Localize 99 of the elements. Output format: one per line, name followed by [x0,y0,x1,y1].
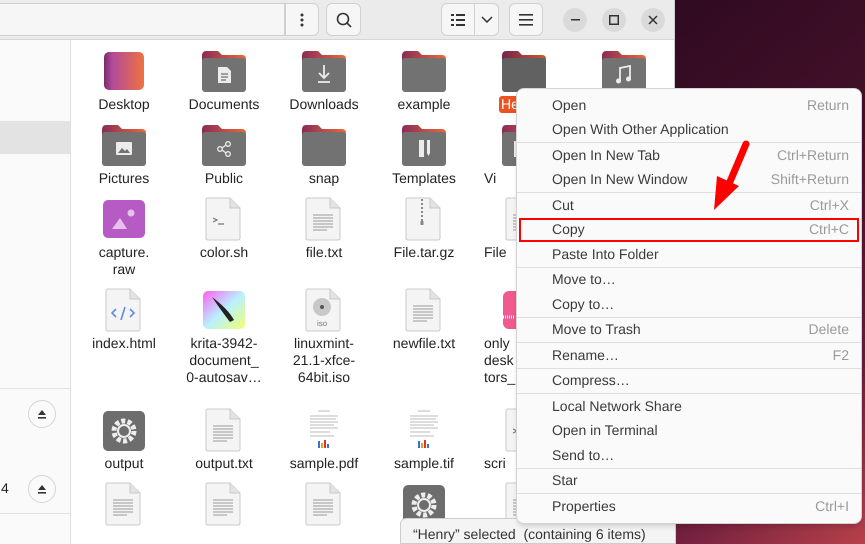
search-icon [336,12,352,28]
file-name: Public [204,170,244,187]
file-item[interactable]: iso linuxmint- 21.1-xfce- 64bit.iso [274,287,374,386]
file-item[interactable]: Desktop [74,48,174,113]
file-name: File [483,244,508,261]
shortcut-label: Delete [808,320,849,340]
file-name: Pictures [98,170,150,187]
search-button[interactable] [326,3,361,36]
file-name: example [396,96,452,113]
menu-item[interactable]: Open In New Tab Ctrl+Return [519,143,859,168]
file-name: Desktop [97,96,151,113]
menu-item[interactable]: Local Network Share [519,394,859,418]
file-name: Documents [188,96,260,113]
file-name: snap [308,170,340,187]
file-name: Templates [391,170,457,187]
file-item[interactable]: Public [174,122,274,187]
picture-folder-icon [100,122,148,168]
file-name: output [104,455,144,472]
menu-button[interactable] [509,3,543,36]
folder-icon [300,122,348,168]
shortcut-label: Ctrl+Return [777,146,849,165]
menu-item[interactable]: Open With Other Application [519,118,859,142]
menu-item[interactable]: Cut Ctrl+X [519,193,859,218]
menu-item[interactable]: Star [519,468,859,493]
share-folder-icon [200,122,248,168]
eject-button[interactable] [28,400,56,428]
file-name: sample.tif [393,455,455,472]
chevron-down-icon [480,16,492,23]
document-folder-icon [200,48,248,94]
file-name: file.txt [304,244,344,261]
file-name: color.sh [198,244,250,261]
list-view-icon [451,14,465,26]
more-button[interactable] [285,3,319,36]
download-folder-icon [300,48,348,94]
shortcut-label: Return [806,96,849,115]
file-item[interactable]: Templates [374,122,474,187]
file-name: Vi [483,170,498,187]
menu-item[interactable]: Open in Terminal [519,418,859,443]
menu-item[interactable]: Open Return [519,93,859,118]
maximize-icon [609,14,619,24]
shortcut-label: F2 [832,346,849,365]
file-name: newfile.txt [392,335,456,352]
menu-item[interactable]: Open In New Window Shift+Return [519,168,859,192]
menu-icon [519,14,533,26]
menu-item[interactable]: Compress… [519,368,859,393]
menu-item[interactable]: Properties Ctrl+I [519,494,859,518]
file-item[interactable]: color.sh [174,196,274,278]
file-item[interactable]: newfile.txt [374,287,474,386]
file-name: scri [483,455,507,472]
close-icon [648,14,658,24]
file-name: capture. raw [98,244,150,278]
shortcut-label: Ctrl+C [808,220,849,240]
menu-item[interactable]: Send to… [519,443,859,468]
file-name: File.tar.gz [392,244,456,261]
eject-icon [37,408,47,418]
file-item[interactable]: file.txt [274,196,374,278]
shortcut-label: Ctrl+I [815,496,849,516]
ruler-folder-icon [400,122,448,168]
file-item[interactable]: sample.pdf [274,407,374,472]
file-item[interactable]: output [74,407,174,472]
minimize-button[interactable] [563,8,587,32]
more-icon [300,12,304,26]
file-item[interactable]: krita-3942- document_ 0-autosav… [174,287,274,386]
folder-icon [500,48,548,94]
view-options-button[interactable] [475,3,499,36]
file-name: Downloads [288,96,360,113]
file-item[interactable]: Downloads [274,48,374,113]
file-name: linuxmint- 21.1-xfce- 64bit.iso [292,335,356,386]
file-item[interactable]: output.txt [174,407,274,472]
shortcut-label: Ctrl+X [810,196,849,215]
menu-item[interactable]: Rename… F2 [519,343,859,368]
maximize-button[interactable] [602,8,626,32]
menu-item[interactable]: Copy to… [519,292,859,316]
file-name: index.html [91,335,157,352]
file-item[interactable]: sample.tif [374,407,474,472]
file-item[interactable]: capture. raw [74,196,174,278]
file-item[interactable]: example [374,48,474,113]
file-item[interactable]: Pictures [74,122,174,187]
file-item[interactable]: File.tar.gz [374,196,474,278]
folder-icon [400,48,448,94]
minimize-icon [570,18,580,20]
close-button[interactable] [641,8,665,32]
file-name: sample.pdf [288,455,360,472]
file-item[interactable]: snap [274,122,374,187]
file-name: krita-3942- document_ 0-autosav… [185,335,263,386]
shortcut-label: Shift+Return [770,170,849,190]
eject-icon [37,484,47,494]
eject-button[interactable] [28,474,56,502]
menu-item[interactable]: Move to… [519,268,859,292]
file-item[interactable]: index.html [74,287,174,386]
file-item[interactable]: Documents [174,48,274,113]
sidebar-item[interactable]: 4 [0,464,70,514]
view-button[interactable] [441,3,475,36]
file-name: output.txt [194,455,254,472]
file-name: only desk tors_ [483,335,516,386]
menu-item[interactable]: Paste Into Folder [519,242,859,266]
menu-item[interactable]: Move to Trash Delete [519,318,859,342]
menu-item[interactable]: Copy Ctrl+C [519,218,859,242]
status-text: “Henry” selected (containing 6 items) [413,526,646,542]
